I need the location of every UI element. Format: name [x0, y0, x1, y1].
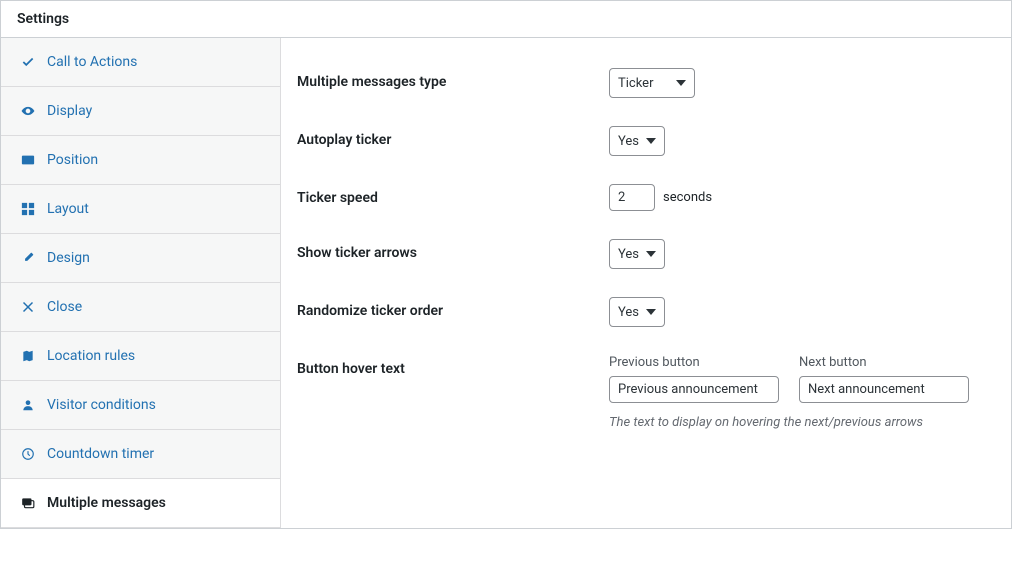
- settings-panel: Settings Call to Actions Display Positio: [0, 0, 1012, 529]
- messages-icon: [19, 496, 37, 510]
- sidebar-item-label: Display: [47, 103, 92, 119]
- panel-title: Settings: [17, 11, 69, 27]
- sidebar-item-location-rules[interactable]: Location rules: [1, 332, 280, 381]
- label-next-button: Next button: [799, 355, 969, 370]
- sidebar-item-layout[interactable]: Layout: [1, 185, 280, 234]
- select-messages-type[interactable]: Ticker: [609, 68, 695, 98]
- label-autoplay: Autoplay ticker: [281, 126, 609, 148]
- panel-header: Settings: [1, 1, 1011, 38]
- settings-sidebar: Call to Actions Display Position Layout: [1, 38, 281, 528]
- input-ticker-speed[interactable]: [609, 184, 655, 211]
- row-show-arrows: Show ticker arrows Yes: [281, 225, 1011, 283]
- select-randomize[interactable]: Yes: [609, 297, 665, 327]
- sidebar-item-label: Position: [47, 152, 98, 168]
- layout-icon: [19, 202, 37, 216]
- sidebar-item-multiple-messages[interactable]: Multiple messages: [1, 479, 280, 528]
- sidebar-item-countdown-timer[interactable]: Countdown timer: [1, 430, 280, 479]
- sidebar-item-display[interactable]: Display: [1, 87, 280, 136]
- map-icon: [19, 349, 37, 363]
- label-show-arrows: Show ticker arrows: [281, 239, 609, 261]
- unit-seconds: seconds: [663, 190, 712, 205]
- sidebar-item-label: Design: [47, 250, 90, 266]
- settings-content: Multiple messages type Ticker Autoplay t…: [281, 38, 1011, 528]
- row-randomize: Randomize ticker order Yes: [281, 283, 1011, 341]
- sidebar-item-label: Multiple messages: [47, 495, 166, 511]
- row-ticker-speed: Ticker speed seconds: [281, 170, 1011, 225]
- sidebar-item-label: Visitor conditions: [47, 397, 156, 413]
- sidebar-item-label: Close: [47, 299, 82, 315]
- label-randomize: Randomize ticker order: [281, 297, 609, 319]
- sidebar-item-call-to-actions[interactable]: Call to Actions: [1, 38, 280, 87]
- select-show-arrows[interactable]: Yes: [609, 239, 665, 269]
- clock-icon: [19, 447, 37, 461]
- eye-icon: [19, 104, 37, 118]
- sidebar-item-label: Location rules: [47, 348, 135, 364]
- sidebar-item-visitor-conditions[interactable]: Visitor conditions: [1, 381, 280, 430]
- sidebar-item-close[interactable]: Close: [1, 283, 280, 332]
- label-messages-type: Multiple messages type: [281, 68, 609, 90]
- panel-body: Call to Actions Display Position Layout: [1, 38, 1011, 528]
- sidebar-item-label: Call to Actions: [47, 54, 137, 70]
- select-autoplay[interactable]: Yes: [609, 126, 665, 156]
- position-icon: [19, 153, 37, 167]
- hover-text-help: The text to display on hovering the next…: [609, 415, 1011, 430]
- label-ticker-speed: Ticker speed: [281, 184, 609, 206]
- row-autoplay: Autoplay ticker Yes: [281, 112, 1011, 170]
- sidebar-item-label: Layout: [47, 201, 89, 217]
- close-icon: [19, 301, 37, 313]
- sidebar-item-position[interactable]: Position: [1, 136, 280, 185]
- label-hover-text: Button hover text: [281, 355, 609, 377]
- sidebar-item-label: Countdown timer: [47, 446, 154, 462]
- label-previous-button: Previous button: [609, 355, 779, 370]
- check-icon: [19, 55, 37, 69]
- brush-icon: [19, 251, 37, 265]
- row-messages-type: Multiple messages type Ticker: [281, 54, 1011, 112]
- input-previous-button[interactable]: [609, 376, 779, 403]
- input-next-button[interactable]: [799, 376, 969, 403]
- user-icon: [19, 398, 37, 412]
- row-hover-text: Button hover text Previous button Next b…: [281, 341, 1011, 444]
- sidebar-item-design[interactable]: Design: [1, 234, 280, 283]
